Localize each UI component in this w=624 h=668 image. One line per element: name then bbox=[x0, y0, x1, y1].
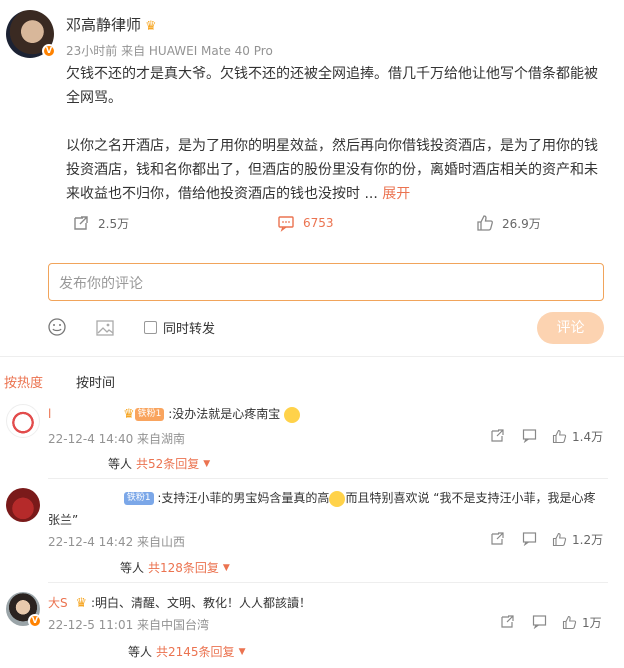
comment-content-end: 张兰” bbox=[48, 513, 79, 527]
reply-icon[interactable] bbox=[522, 531, 537, 546]
comment-like-count: 1万 bbox=[582, 616, 602, 630]
crown-icon: ♛ bbox=[145, 19, 157, 34]
post-line-5: 来收益也不归你，借给他投资酒店的钱也没按时 ... bbox=[66, 186, 383, 202]
comment-content: :明白、清醒、文明、教化！人人都該讀！ bbox=[90, 596, 311, 610]
fan-badge: 铁粉1 bbox=[123, 492, 154, 505]
verified-badge: V bbox=[42, 44, 56, 58]
comment-like-button[interactable]: 1.2万 bbox=[552, 531, 603, 548]
comment-content-cont: 而且特别喜欢说 “我不是支持汪小菲，我是心疼 bbox=[345, 491, 596, 505]
comment-button[interactable]: 6753 bbox=[277, 214, 334, 232]
comment-meta: 22-12-4 14:42 来自山西 bbox=[48, 535, 186, 549]
comment-like-button[interactable]: 1.4万 bbox=[552, 428, 603, 445]
caret-down-icon: ▼ bbox=[222, 562, 230, 573]
reply-summary[interactable]: 等人 共2145条回复 ▼ bbox=[128, 643, 245, 660]
reply-icon[interactable] bbox=[522, 428, 537, 443]
reply-summary[interactable]: 等人 共52条回复 ▼ bbox=[108, 455, 210, 472]
comment-meta: 22-12-4 14:40 来自湖南 bbox=[48, 432, 186, 446]
repost-count: 2.5万 bbox=[98, 216, 130, 231]
comment-text: 大S ♛ :明白、清醒、文明、教化！人人都該讀！ bbox=[48, 593, 311, 614]
crying-emoji-icon bbox=[284, 406, 301, 423]
post-line-3: 以你之名开酒店，是为了用你的明星效益，然后再向你借钱投资酒店，是为了用你的钱 bbox=[66, 138, 598, 154]
tab-hot[interactable]: 按热度 bbox=[4, 372, 43, 391]
share-icon[interactable] bbox=[490, 428, 505, 443]
forward-option[interactable]: 同时转发 bbox=[144, 318, 215, 337]
comment-icon bbox=[278, 216, 294, 232]
crown-icon: ♛ bbox=[75, 596, 88, 611]
comment-like-count: 1.4万 bbox=[572, 430, 604, 444]
reply-prefix: 等人 bbox=[108, 457, 133, 471]
expand-link[interactable]: 展开 bbox=[382, 186, 410, 202]
emoji-icon[interactable] bbox=[47, 317, 67, 337]
reply-icon[interactable] bbox=[532, 614, 547, 629]
reply-prefix: 等人 bbox=[120, 561, 145, 575]
divider bbox=[48, 582, 608, 583]
commenter-avatar[interactable] bbox=[6, 488, 40, 522]
comment-input[interactable]: 发布你的评论 bbox=[48, 263, 604, 301]
fan-badge: 铁粉1 bbox=[134, 408, 165, 421]
repost-icon bbox=[74, 216, 88, 230]
tab-time[interactable]: 按时间 bbox=[76, 372, 115, 391]
commenter-avatar[interactable] bbox=[6, 404, 40, 438]
verified-badge: V bbox=[28, 614, 42, 628]
comment-text: 铁粉1 :支持汪小菲的男宝妈含量真的高 而且特别喜欢说 “我不是支持汪小菲，我是心… bbox=[48, 488, 608, 508]
caret-down-icon: ▼ bbox=[238, 646, 246, 657]
comment-meta: 22-12-5 11:01 来自中国台湾 bbox=[48, 618, 210, 632]
commenter-name[interactable]: l bbox=[48, 407, 51, 421]
crown-icon: ♛ bbox=[123, 407, 135, 422]
forward-label: 同时转发 bbox=[163, 322, 216, 337]
reply-count: 共52条回复 bbox=[136, 457, 200, 471]
laughing-emoji-icon bbox=[329, 490, 346, 507]
submit-comment-button[interactable]: 评论 bbox=[537, 312, 604, 344]
comment-text: l ♛ 铁粉1 :没办法就是心疼南宝 bbox=[48, 404, 301, 425]
thumbs-up-icon bbox=[477, 215, 493, 231]
thumbs-up-icon bbox=[552, 532, 567, 547]
comment-count: 6753 bbox=[303, 216, 334, 230]
reply-count: 共128条回复 bbox=[148, 561, 219, 575]
caret-down-icon: ▼ bbox=[203, 458, 211, 469]
comment-like-count: 1.2万 bbox=[572, 533, 604, 547]
comment-content: :支持汪小菲的男宝妈含量真的高 bbox=[157, 491, 330, 505]
like-button[interactable]: 26.9万 bbox=[476, 214, 541, 232]
thumbs-up-icon bbox=[562, 615, 577, 630]
reply-prefix: 等人 bbox=[128, 645, 153, 659]
like-count: 26.9万 bbox=[502, 216, 541, 231]
comment-content: :没办法就是心疼南宝 bbox=[168, 407, 281, 421]
author-name[interactable]: 邓高静律师 bbox=[66, 16, 141, 34]
repost-button[interactable]: 2.5万 bbox=[72, 214, 129, 232]
comment-like-button[interactable]: 1万 bbox=[562, 614, 602, 631]
divider bbox=[48, 478, 608, 479]
post-line-4: 投资酒店，钱和名你都出了，但酒店的股份里没有你的份，离婚时酒店相关的资产和未 bbox=[66, 162, 598, 178]
reply-count: 共2145条回复 bbox=[156, 645, 235, 659]
share-icon[interactable] bbox=[490, 531, 505, 546]
image-icon[interactable] bbox=[95, 318, 115, 338]
commenter-name[interactable]: 大S bbox=[48, 596, 68, 610]
divider bbox=[0, 356, 624, 357]
thumbs-up-icon bbox=[552, 429, 567, 444]
share-icon[interactable] bbox=[500, 614, 515, 629]
post-line-2: 全网骂。 bbox=[66, 90, 122, 106]
reply-summary[interactable]: 等人 共128条回复 ▼ bbox=[120, 559, 230, 576]
post-meta: 23小时前 来自 HUAWEI Mate 40 Pro bbox=[66, 44, 273, 58]
comment-placeholder: 发布你的评论 bbox=[59, 276, 143, 292]
forward-checkbox[interactable] bbox=[144, 321, 157, 334]
post-line-1: 欠钱不还的才是真大爷。欠钱不还的还被全网追捧。借几千万给他让他写个借条都能被 bbox=[66, 66, 598, 82]
